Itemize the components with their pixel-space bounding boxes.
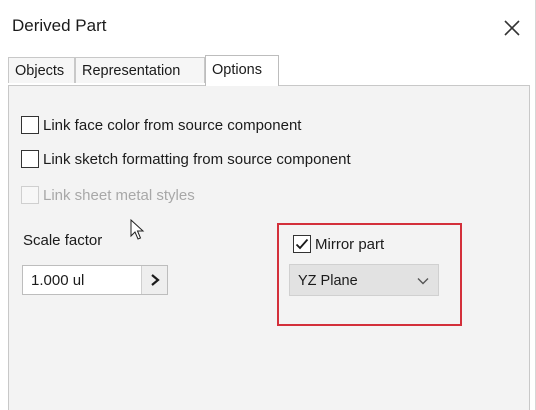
mirror-plane-value: YZ Plane (298, 273, 358, 289)
dialog-title: Derived Part (12, 16, 107, 35)
mouse-cursor-icon (130, 219, 145, 240)
link-sketch-formatting-label: Link sketch formatting from source compo… (43, 150, 351, 168)
link-sketch-formatting-checkbox[interactable]: Link sketch formatting from source compo… (21, 148, 351, 170)
checkbox-box[interactable] (21, 116, 39, 134)
mirror-part-checkbox[interactable]: Mirror part (293, 233, 384, 255)
close-icon (504, 20, 520, 36)
link-sheet-metal-checkbox: Link sheet metal styles (21, 184, 195, 206)
link-sheet-metal-label: Link sheet metal styles (43, 186, 195, 204)
chevron-down-icon (417, 278, 429, 285)
scale-factor-arrow-button[interactable] (141, 266, 167, 294)
link-face-color-checkbox[interactable]: Link face color from source component (21, 114, 301, 136)
checkmark-icon (295, 238, 309, 250)
scale-factor-value: 1.000 ul (31, 272, 85, 289)
scale-factor-label: Scale factor (23, 232, 103, 249)
tab-options[interactable]: Options (205, 55, 279, 86)
tab-objects[interactable]: Objects (8, 57, 75, 83)
chevron-right-icon (151, 274, 160, 286)
link-face-color-label: Link face color from source component (43, 116, 302, 134)
derived-part-dialog: Derived Part Objects Representation Opti… (0, 0, 536, 410)
scale-factor-input[interactable]: 1.000 ul (22, 265, 168, 295)
mirror-plane-dropdown[interactable]: YZ Plane (289, 264, 439, 296)
mirror-part-label: Mirror part (315, 235, 385, 253)
tab-representation[interactable]: Representation (75, 57, 205, 83)
checkbox-box-disabled (21, 186, 39, 204)
checkbox-box[interactable] (21, 150, 39, 168)
close-button[interactable] (498, 14, 526, 42)
checkbox-box-checked[interactable] (293, 235, 311, 253)
